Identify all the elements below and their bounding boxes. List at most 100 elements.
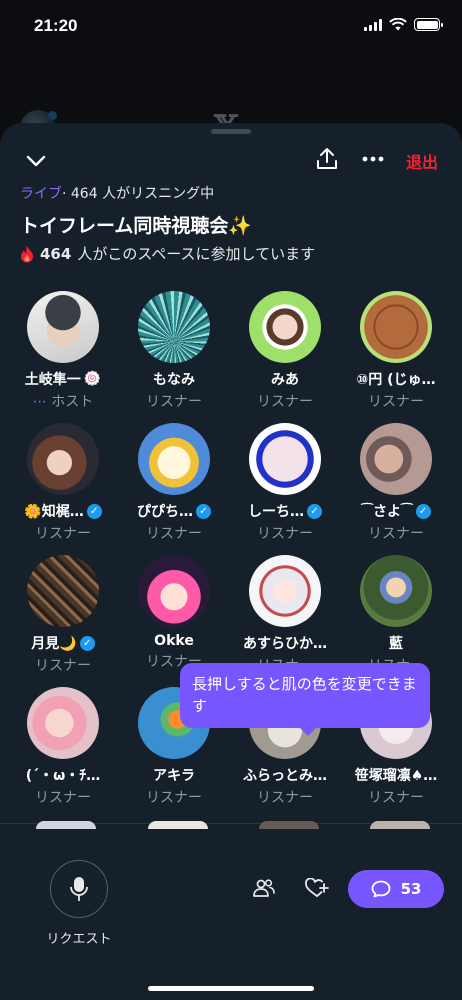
participant-name: 藍 <box>389 636 403 652</box>
participant-avatar-peek <box>148 821 208 829</box>
comment-icon <box>371 880 390 898</box>
request-label: リクエスト <box>46 932 112 947</box>
comment-count: 53 <box>400 880 422 898</box>
participant-role: リスナー <box>146 394 202 410</box>
participant-role: リスナー <box>368 526 424 542</box>
avatar <box>249 555 321 627</box>
avatar <box>27 291 99 363</box>
participant[interactable]: ⑩円 (じゅ… リスナー <box>341 291 451 411</box>
avatar <box>360 291 432 363</box>
verified-icon: ✓ <box>307 503 322 519</box>
more-button[interactable] <box>360 147 386 171</box>
participant-role: リスナー <box>146 790 202 806</box>
request-mic-button[interactable] <box>50 860 108 918</box>
verified-icon: ✓ <box>415 503 431 519</box>
participant[interactable]: 月見🌙 ✓ リスナー <box>8 555 118 675</box>
heart-plus-icon <box>305 877 329 897</box>
participant-name: しーち… ✓ <box>230 501 340 521</box>
sheet-grabber[interactable] <box>211 129 251 134</box>
participant[interactable]: 藍 リスナー <box>341 555 451 675</box>
signal-icon <box>364 18 382 31</box>
participant-avatar-peek <box>370 821 430 829</box>
home-indicator[interactable] <box>148 986 314 991</box>
space-title: トイフレーム同時視聴会✨ <box>20 215 253 237</box>
avatar <box>27 423 99 495</box>
avatar <box>138 291 210 363</box>
participant[interactable]: もなみ リスナー <box>119 291 229 411</box>
listening-count-text: · 464 人がリスニング中 <box>62 186 215 202</box>
participant-name: あすらひか… <box>243 636 327 652</box>
participant-name: もなみ <box>153 372 195 388</box>
participant-name: (´・ω・ﾁ… <box>25 768 101 784</box>
participant-name: 🌼知梶… ✓ <box>8 501 118 521</box>
participant-role: リスナー <box>35 790 91 806</box>
comments-button[interactable]: 53 <box>348 870 444 908</box>
participant-role: リスナー <box>368 790 424 806</box>
participant[interactable]: ⁀さよ⁀ ✓ リスナー <box>341 423 451 543</box>
people-icon <box>253 879 275 897</box>
people-button[interactable] <box>253 878 275 902</box>
fire-icon <box>21 245 33 262</box>
live-status: ライブ· 464 人がリスニング中 <box>20 183 214 203</box>
participant-name: ⁀さよ⁀ ✓ <box>341 501 451 521</box>
participants-count: 464 <box>40 244 72 263</box>
status-time: 21:20 <box>34 16 78 35</box>
avatar <box>27 687 99 759</box>
chevron-down-icon <box>26 155 46 167</box>
participant-avatar-peek <box>36 821 96 829</box>
participant-name: みあ <box>271 372 299 388</box>
share-button[interactable] <box>314 145 340 173</box>
participant[interactable]: (´・ω・ﾁ… リスナー <box>8 687 118 807</box>
participant[interactable]: Okke リスナー <box>119 555 229 671</box>
wifi-icon <box>389 18 407 31</box>
participants-line: 464 人がこのスペースに参加しています <box>20 243 315 264</box>
participant[interactable]: しーち… ✓ リスナー <box>230 423 340 543</box>
participant-role: リスナー <box>368 394 424 410</box>
avatar <box>27 555 99 627</box>
participant[interactable]: 土岐隼一 🍥 ⋯ ホスト <box>8 291 118 411</box>
reaction-button[interactable] <box>305 877 329 902</box>
participant-role: リスナー <box>35 526 91 542</box>
participant-name: ぴぴち… ✓ <box>119 501 229 521</box>
avatar <box>360 555 432 627</box>
participants-text: 人がこのスペースに参加しています <box>77 245 316 263</box>
participant-name: ⑩円 (じゅ… <box>356 372 436 388</box>
space-sheet: 退出 ライブ· 464 人がリスニング中 トイフレーム同時視聴会✨ 464 人が… <box>0 123 462 1000</box>
avatar <box>138 555 210 627</box>
participant-name: アキラ <box>153 768 195 784</box>
participant[interactable]: 🌼知梶… ✓ リスナー <box>8 423 118 543</box>
participant[interactable]: あすらひか… リスナー <box>230 555 340 675</box>
participant-role: リスナー <box>257 790 313 806</box>
participant-name: ふらっとみ… <box>243 768 327 784</box>
avatar <box>249 291 321 363</box>
participant-role: リスナー <box>257 394 313 410</box>
battery-icon <box>414 18 443 31</box>
participant-name: 月見🌙 ✓ <box>8 633 118 653</box>
exit-button[interactable]: 退出 <box>406 149 438 173</box>
participant[interactable]: ぴぴち… ✓ リスナー <box>119 423 229 543</box>
participant-role: リスナー <box>35 658 91 674</box>
verified-icon: ✓ <box>86 503 102 519</box>
mic-icon <box>70 877 88 901</box>
verified-icon: ✓ <box>196 503 211 519</box>
status-bar: 21:20 <box>0 0 462 50</box>
status-icons <box>364 18 443 31</box>
verified-icon: ✓ <box>79 635 95 651</box>
participant-name: Okke <box>154 633 194 649</box>
participant-role: リスナー <box>257 526 313 542</box>
participant-name: 土岐隼一 🍥 <box>24 371 102 388</box>
sheet-toolbar: 退出 <box>0 145 462 175</box>
participant-role: リスナー <box>146 526 202 542</box>
share-icon <box>317 148 337 169</box>
collapse-button[interactable] <box>24 149 48 173</box>
participant-name: 笹塚瑠凛♠… <box>354 768 438 784</box>
live-label: ライブ <box>20 186 62 202</box>
bottom-controls: リクエスト 53 <box>0 830 462 1000</box>
participant-role: ⋯ ホスト <box>32 394 94 410</box>
skin-tone-tooltip: 長押しすると肌の色を変更できます <box>180 663 430 736</box>
participant[interactable]: みあ リスナー <box>230 291 340 411</box>
more-icon <box>362 156 384 162</box>
participant-avatar-peek <box>259 821 319 829</box>
avatar <box>138 423 210 495</box>
avatar <box>360 423 432 495</box>
